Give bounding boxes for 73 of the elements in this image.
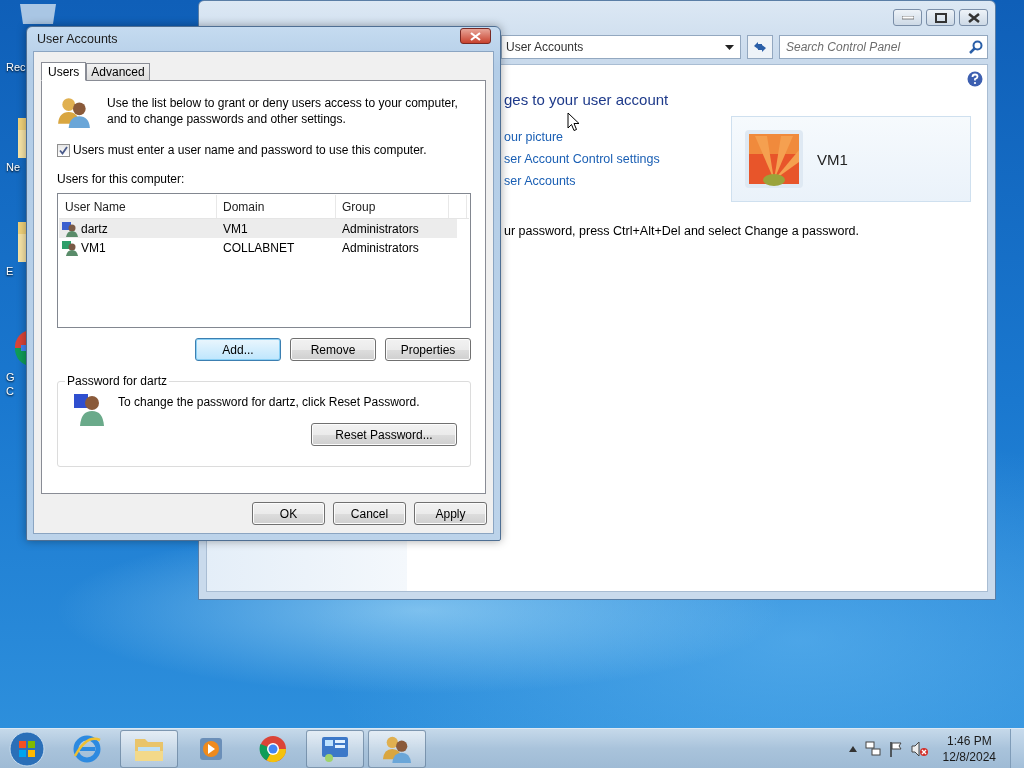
dialog-button[interactable]: Cancel [333, 502, 406, 525]
table-cell: dartz [81, 221, 108, 236]
desktop-icon-label[interactable]: Ne [6, 160, 21, 174]
desktop-icon-label[interactable]: C [6, 384, 14, 398]
password-hint: ur password, press Ctrl+Alt+Del and select Change a password. [504, 224, 861, 238]
close-icon [967, 12, 980, 23]
taskbar-app-button[interactable] [368, 729, 426, 768]
account-name: VM1 [817, 150, 848, 168]
desktop-icon-label[interactable]: Rec [6, 60, 26, 74]
show-hidden-icons-icon[interactable] [848, 745, 857, 752]
close-button[interactable] [460, 28, 491, 44]
users-icon [57, 95, 91, 129]
close-button[interactable] [959, 9, 988, 26]
recycle-bin-icon [20, 4, 56, 24]
folder-icon [18, 222, 26, 262]
folder-icon [18, 118, 26, 158]
reset-password-button[interactable]: Reset Password... [311, 423, 457, 446]
table-cell: VM1 [81, 240, 106, 255]
tab[interactable]: Users [41, 62, 87, 81]
start-orb-icon [9, 730, 45, 767]
address-bar[interactable]: User Accounts [501, 35, 741, 59]
list-button[interactable]: Add... [195, 338, 281, 361]
clock-date: 12/8/2024 [942, 748, 996, 765]
list-label: Users for this computer: [57, 172, 186, 186]
checkbox-label: Users must enter a user name and password to use this computer. [73, 143, 427, 157]
column-header[interactable]: Group [336, 195, 449, 218]
table-cell-text: COLLABNET [222, 239, 296, 257]
dialog-button[interactable]: Apply [414, 502, 487, 525]
refresh-icon [752, 40, 768, 54]
checkbox[interactable] [57, 143, 70, 157]
restore-icon [934, 12, 947, 23]
task-link[interactable]: ser Account Control settings [504, 152, 660, 166]
help-icon[interactable] [967, 71, 983, 87]
clock[interactable]: 1:46 PM 12/8/2024 [936, 732, 1002, 765]
table-cell-text: Administrators [341, 239, 420, 257]
task-link[interactable]: ser Accounts [504, 174, 660, 188]
speaker-muted-icon[interactable] [910, 740, 929, 757]
dropdown-arrow-icon [725, 44, 734, 50]
refresh-button[interactable] [747, 35, 773, 59]
checkmark-icon [59, 145, 68, 155]
tab[interactable]: Advanced [86, 63, 150, 80]
dialog-button[interactable]: OK [252, 502, 325, 525]
taskbar-app-button[interactable] [120, 729, 178, 768]
list-row[interactable]: dartz VM1 Administrators [59, 219, 457, 238]
list-row[interactable]: VM1 COLLABNET Administrators [59, 238, 457, 257]
search-field[interactable]: Search Control Panel [779, 35, 988, 59]
clock-time: 1:46 PM [946, 732, 992, 749]
table-cell-text: VM1 [222, 220, 249, 238]
column-header[interactable]: Domain [217, 195, 336, 218]
user-icon [73, 392, 105, 426]
browser-e-icon [72, 733, 102, 764]
table-cell-text: Administrators [341, 220, 420, 238]
desktop-icon-label[interactable]: E [6, 264, 14, 278]
list-button[interactable]: Remove [290, 338, 376, 361]
user-computer-icon [62, 220, 78, 237]
password-instructions: To change the password for dartz, click Reset Password. [118, 395, 420, 409]
search-icon [969, 40, 983, 54]
maximize-button[interactable] [926, 9, 955, 26]
column-header[interactable]: User Name [59, 195, 217, 218]
network-icon[interactable] [864, 740, 881, 757]
page-heading: ges to your user account [504, 91, 670, 108]
group-title: Password for dartz [66, 374, 169, 388]
list-button[interactable]: Properties [385, 338, 471, 361]
task-link[interactable]: our picture [504, 130, 660, 144]
minimize-icon [901, 15, 914, 20]
intro-text: Use the list below to grant or deny users access to your computer, and to change passwords and other settings. [107, 95, 459, 127]
user-globe-icon [62, 239, 78, 256]
close-icon [470, 31, 481, 41]
window-title: User Accounts [37, 32, 118, 46]
desktop-icon-label[interactable]: G [6, 370, 15, 384]
flag-icon[interactable] [888, 740, 903, 757]
taskbar-app-button[interactable] [306, 729, 364, 768]
mouse-pointer-icon [567, 112, 580, 132]
